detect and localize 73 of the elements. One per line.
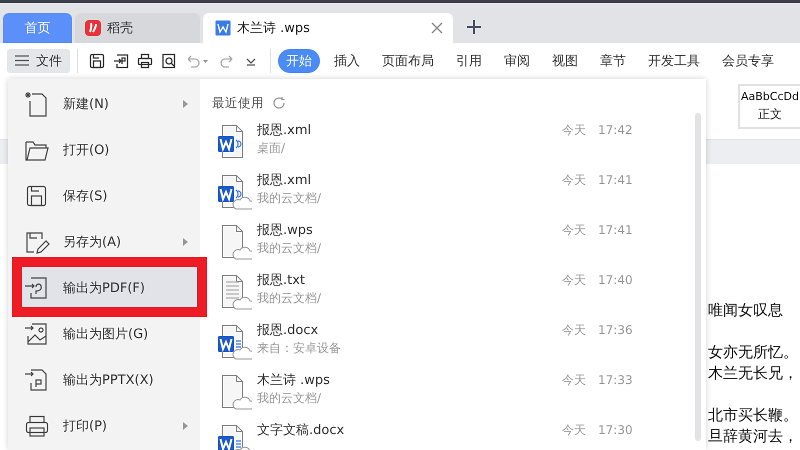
file-location: 我的云文档/	[257, 390, 322, 407]
print-icon[interactable]	[137, 52, 153, 68]
file-menu-item[interactable]: 输出为PDF(F)	[22, 267, 196, 308]
save-icon[interactable]	[89, 52, 105, 68]
docer-logo-icon	[85, 20, 101, 36]
file-menu-item[interactable]: 输出为PPTX(X)	[22, 359, 196, 400]
file-name: 报恩.xml	[257, 172, 312, 189]
file-menu-item[interactable]: 打开(O)	[22, 129, 196, 170]
file-date: 今天	[562, 272, 586, 289]
new-tab-button[interactable]	[466, 19, 482, 35]
tab[interactable]: 木兰诗 .wps	[203, 13, 453, 43]
file-location: 桌面/	[257, 140, 286, 157]
scrollbar-thumb[interactable]	[695, 113, 701, 441]
file-name: 报恩.docx	[257, 322, 320, 339]
file-name: 文字文稿.docx	[257, 422, 346, 439]
style-name: 正文	[758, 106, 782, 123]
file-time: 17:33	[598, 372, 633, 389]
tab[interactable]: 稻壳	[75, 13, 200, 43]
file-date: 今天	[562, 122, 586, 139]
file-menu-item[interactable]: 保存(S)	[22, 175, 196, 216]
recent-file-item[interactable]: 报恩.xml 桌面/ 今天 17:42	[212, 122, 706, 172]
file-name: 报恩.xml	[257, 122, 312, 139]
ribbon-tab[interactable]: 开发工具	[640, 48, 708, 72]
close-icon[interactable]	[431, 22, 443, 34]
style-preview-text: AaBbCcDd	[741, 90, 799, 103]
ribbon-tab[interactable]: 插入	[326, 48, 368, 72]
file-time: 17:36	[598, 322, 633, 339]
recent-file-item[interactable]: 报恩.docx 来自：安卓设备 今天 17:36	[212, 322, 706, 372]
file-time: 17:41	[598, 222, 633, 239]
file-time: 17:40	[598, 272, 633, 289]
print-preview-icon[interactable]	[161, 52, 177, 68]
file-name: 报恩.txt	[257, 272, 306, 289]
file-menu-item[interactable]: 打印(P)	[22, 405, 196, 446]
document-text-line: 北市买长鞭。	[708, 405, 798, 426]
document-text-line: 旦辞黄河去，	[708, 426, 798, 447]
style-preset-card[interactable]: AaBbCcDd 正文	[738, 84, 800, 129]
file-time: 17:30	[598, 422, 633, 439]
ribbon-tab[interactable]: 会员专享	[714, 48, 782, 72]
recent-file-item[interactable]: 报恩.wps 我的云文档/ 今天 17:41	[212, 222, 706, 272]
file-menu-button[interactable]: 文件	[7, 48, 70, 72]
document-text-line: 木兰无长兄，	[708, 363, 798, 384]
ribbon-tab[interactable]: 页面布局	[374, 48, 442, 72]
file-date: 今天	[562, 372, 586, 389]
ribbon-tab[interactable]: 审阅	[496, 48, 538, 72]
recent-file-item[interactable]: 木兰诗 .wps 我的云文档/ 今天 17:33	[212, 372, 706, 422]
export-icon[interactable]	[113, 52, 129, 68]
file-date: 今天	[562, 322, 586, 339]
menu-icon	[15, 55, 29, 66]
document-text-line: 唯闻女叹息	[708, 300, 783, 321]
file-menu-item[interactable]: 另存为(A)	[22, 221, 196, 262]
file-date: 今天	[562, 172, 586, 189]
document-icon	[215, 20, 231, 36]
file-time: 17:41	[598, 172, 633, 189]
refresh-icon[interactable]	[272, 96, 286, 110]
file-date: 今天	[562, 422, 586, 439]
ribbon-tab[interactable]: 章节	[592, 48, 634, 72]
file-date: 今天	[562, 222, 586, 239]
document-text-line: 女亦无所忆。	[708, 342, 798, 363]
file-menu-item[interactable]: 输出为图片(G)	[22, 313, 196, 354]
section-title: 最近使用	[212, 94, 264, 112]
file-location: 我的云文档/	[257, 290, 322, 307]
ribbon-tab[interactable]: 视图	[544, 48, 586, 72]
file-time: 17:42	[598, 122, 633, 139]
file-name: 木兰诗 .wps	[257, 372, 331, 389]
file-name: 报恩.wps	[257, 222, 314, 239]
recent-file-item[interactable]: 文字文稿.docx 今天 17:30	[212, 422, 706, 450]
recent-file-item[interactable]: 报恩.txt 我的云文档/ 今天 17:40	[212, 272, 706, 322]
file-location: 我的云文档/	[257, 240, 322, 257]
file-menu-item[interactable]: 新建(N)	[22, 83, 196, 124]
file-location: 来自：安卓设备	[257, 340, 342, 357]
file-location: 我的云文档/	[257, 190, 322, 207]
recent-file-item[interactable]: 报恩.xml 我的云文档/ 今天 17:41	[212, 172, 706, 222]
ribbon-tab[interactable]: 引用	[448, 48, 490, 72]
